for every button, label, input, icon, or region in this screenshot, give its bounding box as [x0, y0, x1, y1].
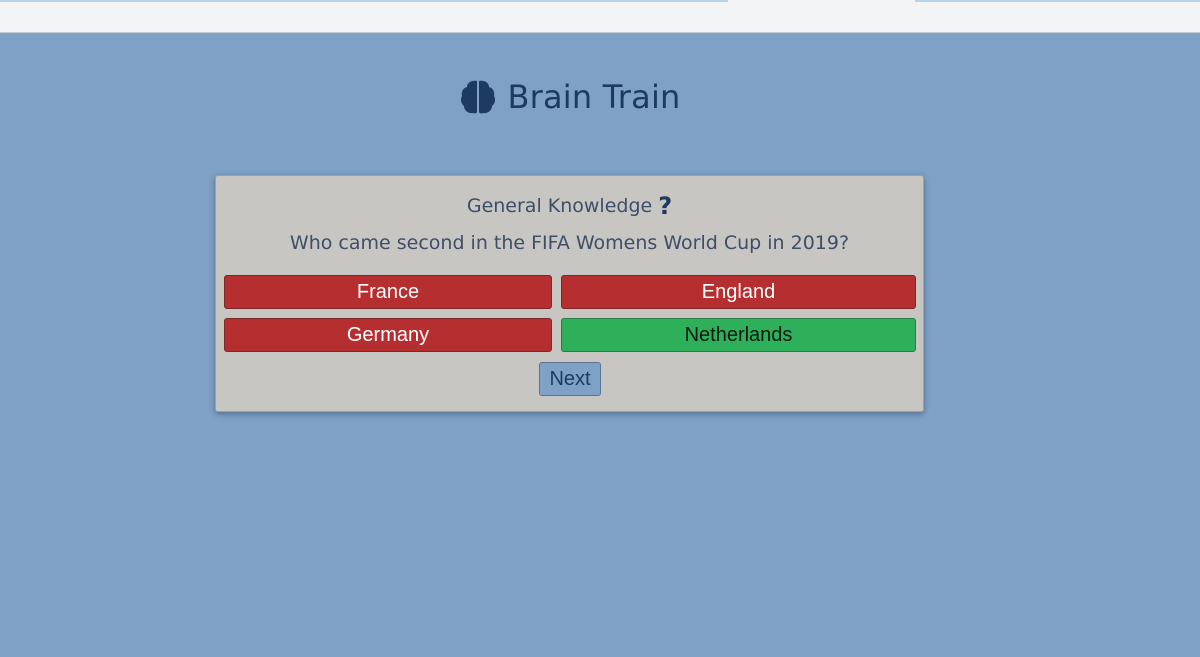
category-heading: General Knowledge ? — [216, 194, 923, 218]
category-label: General Knowledge — [466, 195, 653, 217]
quiz-card: General Knowledge ? Who came second in t… — [215, 175, 924, 412]
tab-indicator — [915, 0, 1200, 2]
question-mark-icon: ? — [658, 192, 673, 220]
browser-toolbar — [0, 0, 1200, 33]
tab-indicator — [0, 0, 728, 2]
answer-button-germany[interactable]: Germany — [224, 318, 552, 352]
app-title: Brain Train — [507, 78, 681, 116]
question-text: Who came second in the FIFA Womens World… — [289, 232, 850, 254]
answer-button-france[interactable]: France — [224, 275, 552, 309]
answer-button-england[interactable]: England — [561, 275, 916, 309]
site-logo[interactable]: Brain Train — [0, 78, 1140, 116]
brain-icon — [461, 80, 496, 114]
next-button[interactable]: Next — [539, 362, 601, 396]
answer-button-netherlands[interactable]: Netherlands — [561, 318, 916, 352]
